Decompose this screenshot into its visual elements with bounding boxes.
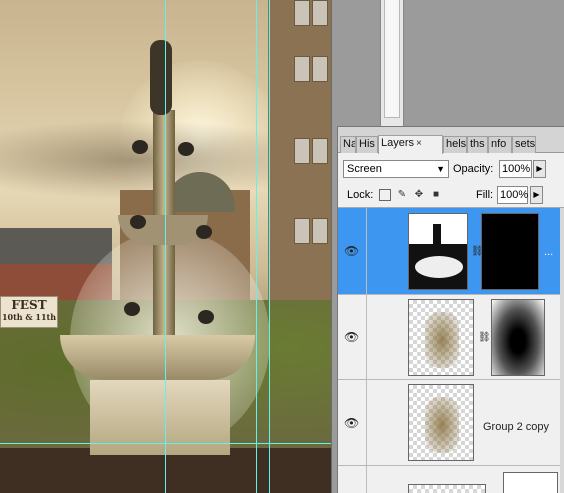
opacity-input[interactable]: 100% <box>499 160 532 178</box>
building-window <box>294 0 310 26</box>
tab-label: sets <box>515 138 536 150</box>
statue-figure <box>150 40 172 115</box>
layers-panel: Na His Layers × hels ths nfo sets Screen … <box>337 126 564 493</box>
tab-label: Na <box>343 138 356 150</box>
tab-label: His <box>359 138 375 150</box>
dropdown-arrow-icon: ▼ <box>436 164 445 174</box>
thumbnail-blur <box>425 312 459 368</box>
lock-all-icon[interactable]: ■ <box>430 189 442 201</box>
visibility-eye-icon[interactable]: 👁 <box>344 417 359 429</box>
layer-mask-thumbnail[interactable] <box>503 472 558 493</box>
tab-navigator[interactable]: Na <box>340 136 356 153</box>
tab-label: ths <box>470 138 485 150</box>
vertical-scrollbar[interactable] <box>380 0 404 126</box>
layer-row[interactable]: 👁 Group 2 copy <box>338 380 564 466</box>
tab-paths[interactable]: ths <box>467 136 488 153</box>
layer-row[interactable]: 👁 ⛓ ... <box>338 208 564 295</box>
guide-vertical[interactable] <box>256 0 257 493</box>
fill-input[interactable]: 100% <box>497 186 528 204</box>
document-canvas[interactable]: FEST 10th & 11th <box>0 0 331 493</box>
blend-options-row: Screen ▼ Opacity: 100% ▶ <box>338 154 564 182</box>
layer-name-ellipsis: ... <box>544 246 554 258</box>
tab-channels[interactable]: hels <box>443 136 467 153</box>
sculpture-bird <box>196 225 212 239</box>
banner-title: FEST <box>11 298 47 312</box>
thumbnail-highlight <box>415 256 463 278</box>
tab-label: hels <box>446 138 467 150</box>
eye-column-divider <box>366 295 367 379</box>
link-chain-icon[interactable]: ⛓ <box>478 331 491 345</box>
visibility-eye-icon[interactable]: 👁 <box>344 245 359 257</box>
layer-name[interactable]: Group 2 copy <box>483 421 549 433</box>
tall-building <box>268 0 331 300</box>
eye-column-divider <box>366 466 367 493</box>
building-window <box>294 56 310 82</box>
sculpture-bird <box>132 140 148 154</box>
layer-thumbnail[interactable] <box>408 384 474 461</box>
layer-mask-thumbnail[interactable] <box>491 299 545 376</box>
tab-label: nfo <box>491 138 507 150</box>
layer-row[interactable] <box>338 466 564 493</box>
lock-image-brush-icon[interactable]: ✎ <box>396 189 408 201</box>
fill-label: Fill: <box>476 189 494 201</box>
tab-presets[interactable]: sets <box>512 136 536 153</box>
building-window <box>312 56 328 82</box>
sculpture-bird <box>130 215 146 229</box>
visibility-eye-icon[interactable]: 👁 <box>344 331 359 343</box>
blend-mode-value: Screen <box>347 163 382 175</box>
tab-layers[interactable]: Layers × <box>378 135 443 154</box>
lock-position-move-icon[interactable]: ✥ <box>413 189 425 201</box>
layer-thumbnail[interactable] <box>408 299 474 376</box>
eye-column-divider <box>366 208 367 294</box>
sculpture-bird <box>198 310 214 324</box>
lock-transparent-icon[interactable] <box>379 189 391 201</box>
banner-dates: 10th & 11th <box>1 312 57 322</box>
lock-label: Lock: <box>347 189 374 201</box>
thumbnail-blur <box>425 397 459 453</box>
sculpture-bird <box>178 142 194 156</box>
building-window <box>294 138 310 164</box>
eye-column-divider <box>366 380 367 465</box>
guide-vertical[interactable] <box>165 0 166 493</box>
panel-tabs: Na His Layers × hels ths nfo sets <box>338 127 564 154</box>
link-chain-icon[interactable]: ⛓ <box>471 245 484 259</box>
layer-thumbnail[interactable] <box>408 213 468 290</box>
tab-label: Layers <box>381 137 415 149</box>
opacity-label: Opacity: <box>453 163 494 175</box>
building-window <box>312 0 328 26</box>
fill-slider-button[interactable]: ▶ <box>530 186 543 204</box>
layer-mask-thumbnail[interactable] <box>481 213 539 290</box>
fest-banner: FEST 10th & 11th <box>0 296 58 328</box>
lock-row: Lock: ✎ ✥ ■ Fill: 100% ▶ <box>338 182 564 208</box>
building-window <box>312 138 328 164</box>
scrollbar-thumb[interactable] <box>384 0 400 118</box>
layer-thumbnail[interactable] <box>408 484 486 493</box>
sculpture-bird <box>124 302 140 316</box>
tab-history[interactable]: His <box>356 136 378 153</box>
layer-row[interactable]: 👁 ⛓ <box>338 295 564 380</box>
building-window <box>312 218 328 244</box>
close-icon[interactable]: × <box>416 138 422 149</box>
building-window <box>294 218 310 244</box>
blend-mode-select[interactable]: Screen ▼ <box>343 160 449 178</box>
guide-vertical[interactable] <box>269 0 270 493</box>
panel-scrollbar[interactable] <box>560 208 564 493</box>
tab-info[interactable]: nfo <box>488 136 512 153</box>
opacity-slider-button[interactable]: ▶ <box>533 160 546 178</box>
fountain-lower-bowl <box>60 335 255 380</box>
guide-horizontal[interactable] <box>0 443 331 444</box>
